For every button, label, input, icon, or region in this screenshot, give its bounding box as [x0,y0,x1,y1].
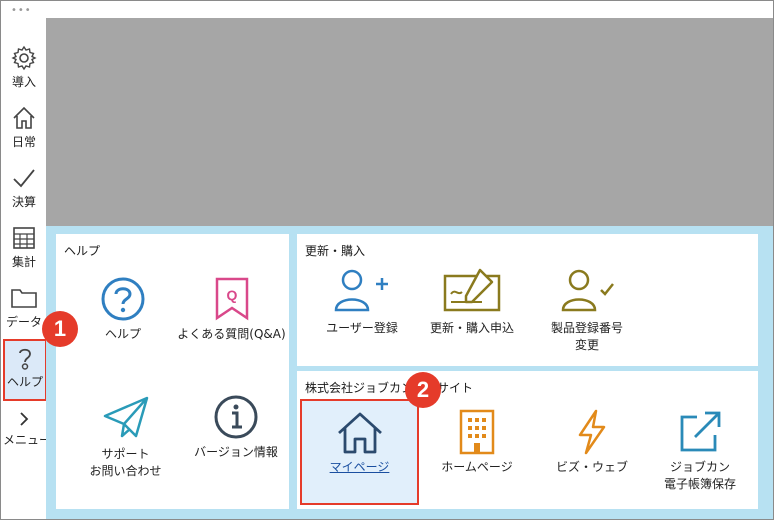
homepage-tile[interactable]: ホームページ [427,409,527,489]
lightning-icon [578,409,606,455]
tile-label: 更新・購入申込 [429,321,514,335]
faq-tile[interactable]: Q よくある質問(Q&A) [174,276,289,356]
support-contact-tile[interactable]: サポート お問い合わせ [78,394,173,494]
help-icon [19,348,31,370]
tile-label: ユーザー登録 [326,321,398,335]
user-registration-tile[interactable]: ユーザー登録 [317,266,407,356]
help-section: ヘルプ ヘルプ Q よくある質問(Q&A) サポート お問い合わせ バージョン情… [56,234,289,509]
user-add-icon [334,269,388,312]
sidebar-item-menu[interactable]: メニュー [3,405,52,463]
chevron-right-icon [20,412,29,426]
paper-plane-icon [103,396,148,438]
home-icon [13,106,35,129]
main-content-area [46,18,773,231]
folder-icon [11,289,37,308]
gear-icon [11,45,37,71]
section-title: 株式会社ジョブカン会計サイト [305,381,474,395]
step-badge-1: 1 [42,311,78,347]
sidebar-item-label: 決算 [11,195,36,209]
version-info-tile[interactable]: バージョン情報 [186,394,286,474]
tile-label: ヘルプ [104,327,141,341]
sidebar-item-closing[interactable]: 決算 [3,161,45,219]
tile-label: マイページ [329,460,390,474]
sidebar-item-daily[interactable]: 日常 [3,101,45,159]
biz-web-tile[interactable]: ビズ・ウェブ [542,409,642,489]
app-window: ••• 導入 日常 決算 集計 データ ヘルプ メニュー ヘルプ ヘルプ Q よ… [0,0,774,520]
sidebar-item-label: 日常 [11,135,36,149]
step-badge-2: 2 [405,372,441,408]
sidebar-item-label: ヘルプ [6,375,43,389]
sidebar-item-data[interactable]: データ [3,281,45,339]
product-number-change-tile[interactable]: 製品登録番号 変更 [537,266,637,362]
home-icon [337,412,382,454]
mypage-tile[interactable]: マイページ [300,399,419,505]
renewal-section: 更新・購入 ユーザー登録 更新・購入申込 製品登録番号 変更 [297,234,758,366]
sidebar-item-label: メニュー [3,433,52,447]
external-link-icon [680,411,721,452]
sidebar-item-help[interactable]: ヘルプ [3,339,47,401]
help-tile[interactable]: ヘルプ [78,276,168,356]
section-title: 更新・購入 [305,244,366,258]
tile-label: よくある質問(Q&A) [177,327,286,341]
tile-label: ホームページ [441,460,513,474]
company-sites-section: 株式会社ジョブカン会計サイト マイページ ホームページ ビズ・ウェブ ジョブカン… [297,371,758,509]
jobcan-ebook-storage-tile[interactable]: ジョブカン 電子帳簿保存 [645,409,755,505]
table-icon [13,227,35,249]
tile-label: ビズ・ウェブ [555,460,628,474]
tile-label: サポート お問い合わせ [89,447,162,478]
checkmark-icon [13,169,35,188]
sidebar-item-label: 導入 [11,75,36,89]
tile-label: ジョブカン 電子帳簿保存 [663,460,736,491]
user-check-icon [561,269,614,312]
help-circle-icon [101,277,145,321]
tile-label: バージョン情報 [194,445,278,459]
renewal-purchase-tile[interactable]: 更新・購入申込 [422,266,522,356]
svg-text:Q: Q [226,287,237,303]
tile-label: 製品登録番号 変更 [550,321,623,352]
sidebar-item-label: データ [5,315,42,329]
faq-bookmark-icon: Q [215,277,248,321]
sidebar-item-summary[interactable]: 集計 [3,221,45,279]
help-menu-panel: ヘルプ ヘルプ Q よくある質問(Q&A) サポート お問い合わせ バージョン情… [46,226,773,519]
section-title: ヘルプ [64,244,101,258]
sidebar-item-label: 集計 [11,255,36,269]
window-menu-dots[interactable]: ••• [11,5,32,16]
building-icon [459,409,495,455]
sidebar-item-setup[interactable]: 導入 [3,41,45,99]
info-icon [214,395,258,439]
signature-icon [443,268,501,312]
